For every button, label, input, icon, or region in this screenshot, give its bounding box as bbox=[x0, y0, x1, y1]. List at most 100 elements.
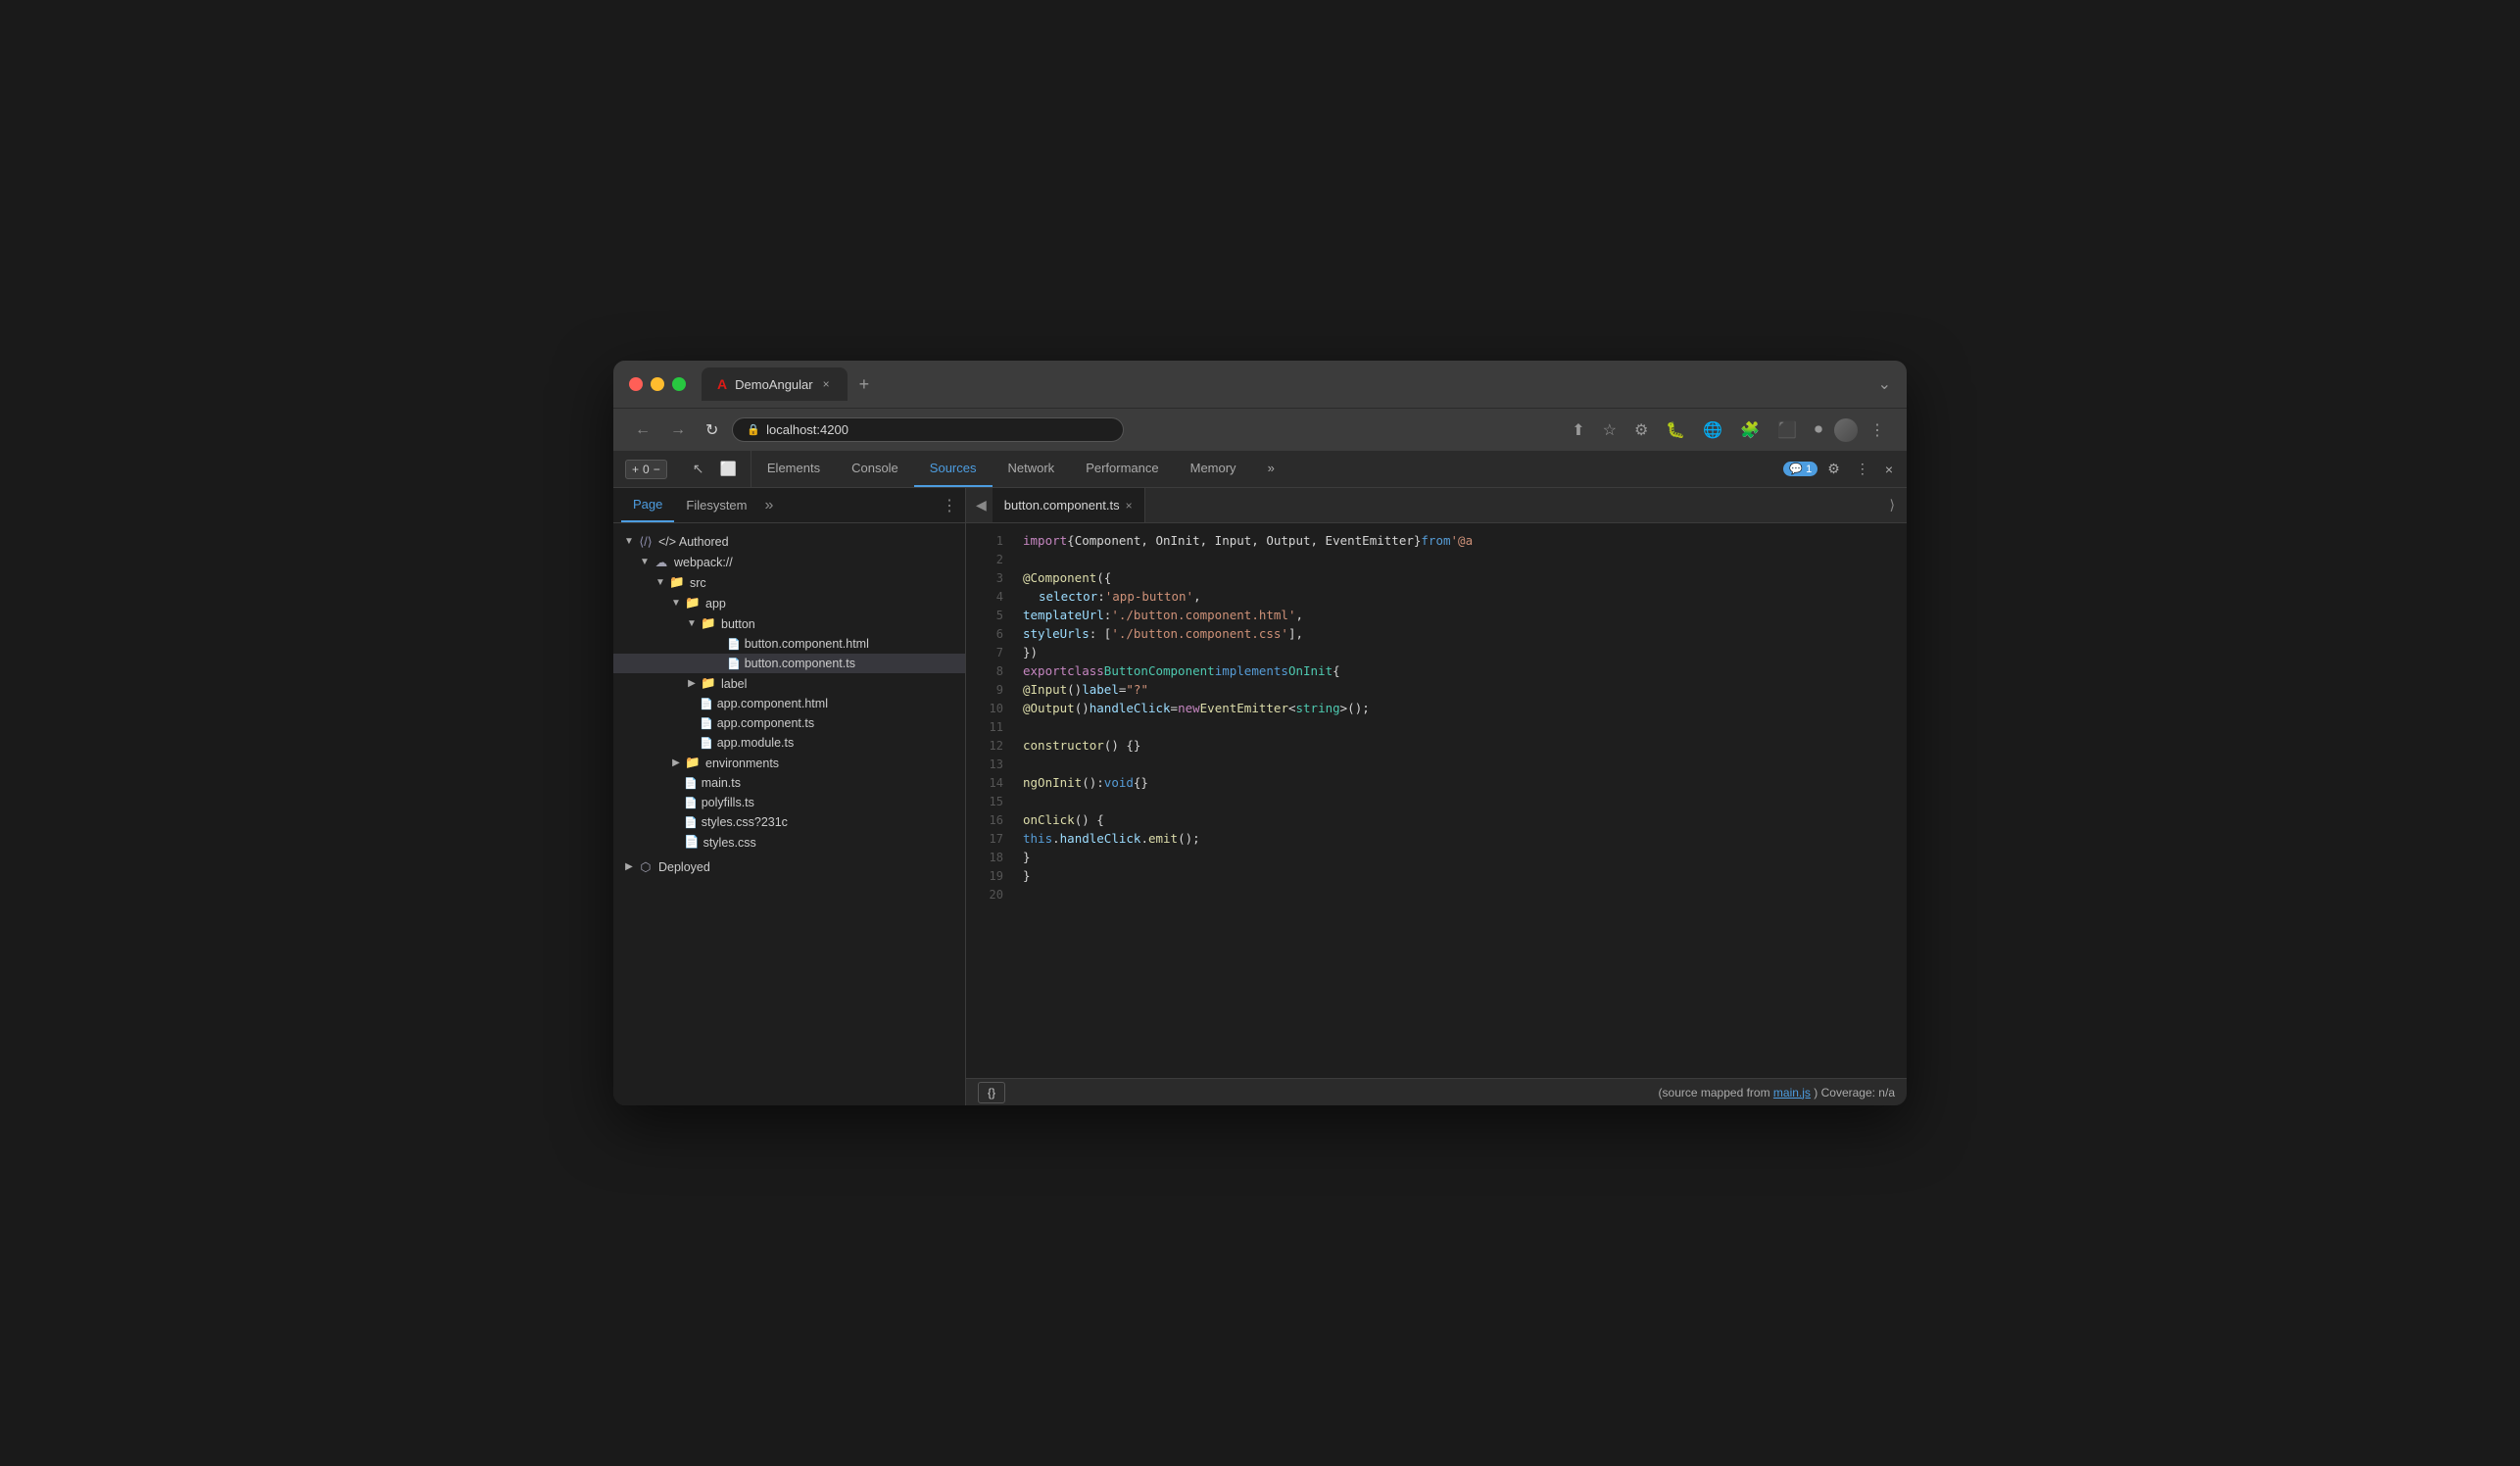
chat-icon: 💬 bbox=[1789, 463, 1803, 475]
html-file-icon: 📄 bbox=[727, 638, 741, 651]
tree-main-ts[interactable]: 📄 main.ts bbox=[613, 773, 965, 793]
file-tree-more-tabs[interactable]: » bbox=[759, 497, 780, 514]
code-tab-close-icon[interactable]: × bbox=[1126, 499, 1133, 513]
extension4-icon[interactable]: 🧩 bbox=[1734, 416, 1766, 444]
tab-more[interactable]: » bbox=[1252, 451, 1290, 487]
code-line-14: ngOnInit(): void {} bbox=[1015, 773, 1907, 792]
tree-src[interactable]: 📁 src bbox=[613, 572, 965, 593]
extension6-icon[interactable]: ⏺ bbox=[1809, 417, 1828, 443]
line-num-5: 5 bbox=[966, 606, 1015, 624]
tree-app[interactable]: 📁 app bbox=[613, 593, 965, 613]
tree-arrow-app bbox=[668, 598, 684, 609]
line-num-4: 4 bbox=[966, 587, 1015, 606]
nav-icons: ⬆ ☆ ⚙ 🐛 🌐 🧩 ⬛ ⏺ ⋮ bbox=[1566, 416, 1891, 444]
code-line-3: @Component({ bbox=[1015, 568, 1907, 587]
page-counter[interactable]: + 0 − bbox=[625, 460, 667, 479]
bookmark-icon[interactable]: ☆ bbox=[1597, 416, 1623, 444]
module-ts-icon: 📄 bbox=[700, 737, 713, 750]
tree-app-module-ts[interactable]: 📄 app.module.ts bbox=[613, 733, 965, 753]
code-panel: ◀ button.component.ts × ⟩ 1 2 3 4 5 6 bbox=[966, 488, 1907, 1105]
line-num-7: 7 bbox=[966, 643, 1015, 661]
minimize-button[interactable] bbox=[651, 377, 664, 391]
tree-arrow-src bbox=[653, 577, 668, 588]
file-tree-menu-icon[interactable]: ⋮ bbox=[942, 496, 957, 515]
counter-minus[interactable]: − bbox=[654, 463, 660, 476]
app-ts-icon: 📄 bbox=[700, 717, 713, 730]
label-folder-icon: 📁 bbox=[700, 676, 717, 691]
new-tab-button[interactable]: + bbox=[851, 370, 878, 399]
source-mapped-link[interactable]: main.js bbox=[1773, 1086, 1811, 1100]
app-folder-icon: 📁 bbox=[684, 596, 702, 611]
line-num-15: 15 bbox=[966, 792, 1015, 810]
tab-performance[interactable]: Performance bbox=[1070, 451, 1174, 487]
line-num-9: 9 bbox=[966, 680, 1015, 699]
refresh-button[interactable]: ↻ bbox=[700, 416, 724, 444]
tree-button-component-html[interactable]: 📄 button.component.html bbox=[613, 634, 965, 654]
back-button[interactable]: ← bbox=[629, 417, 656, 443]
devtools-content: Page Filesystem » ⋮ ⟨/⟩ </> Authored bbox=[613, 488, 1907, 1105]
tree-label-folder[interactable]: 📁 label bbox=[613, 673, 965, 694]
line-num-14: 14 bbox=[966, 773, 1015, 792]
nav-back-icon[interactable]: ◀ bbox=[970, 493, 993, 517]
close-devtools-icon[interactable]: × bbox=[1879, 458, 1899, 481]
deployed-icon: ⬡ bbox=[637, 859, 654, 874]
code-tab-button-ts[interactable]: button.component.ts × bbox=[993, 488, 1145, 522]
coverage-text: ) Coverage: n/a bbox=[1814, 1086, 1895, 1100]
main-ts-icon: 📄 bbox=[684, 777, 698, 790]
tree-polyfills[interactable]: 📄 polyfills.ts bbox=[613, 793, 965, 812]
user-avatar[interactable] bbox=[1834, 418, 1858, 442]
status-bar-left: {} bbox=[978, 1082, 1005, 1103]
code-line-13 bbox=[1015, 755, 1907, 773]
tree-webpack[interactable]: ☁ webpack:// bbox=[613, 552, 965, 572]
more-options-icon[interactable]: ⋮ bbox=[1850, 457, 1875, 481]
address-bar[interactable]: 🔒 localhost:4200 bbox=[732, 417, 1124, 442]
extension3-icon[interactable]: 🌐 bbox=[1697, 416, 1728, 444]
pretty-print-button[interactable]: {} bbox=[978, 1082, 1005, 1103]
share-icon[interactable]: ⬆ bbox=[1566, 416, 1590, 444]
line-num-11: 11 bbox=[966, 717, 1015, 736]
close-button[interactable] bbox=[629, 377, 643, 391]
tree-button-folder[interactable]: 📁 button bbox=[613, 613, 965, 634]
tree-environments[interactable]: 📁 environments bbox=[613, 753, 965, 773]
file-tree-body: ⟨/⟩ </> Authored ☁ webpack:// 📁 src bbox=[613, 523, 965, 1105]
tree-button-component-ts[interactable]: 📄 button.component.ts bbox=[613, 654, 965, 673]
tree-styles-css[interactable]: 📄 styles.css bbox=[613, 832, 965, 853]
file-tree-tab-filesystem[interactable]: Filesystem bbox=[674, 488, 758, 522]
tab-sources[interactable]: Sources bbox=[914, 451, 993, 487]
inspect-cursor-icon[interactable]: ↖ bbox=[687, 457, 710, 481]
extension5-icon[interactable]: ⬛ bbox=[1771, 416, 1803, 444]
tree-app-component-ts[interactable]: 📄 app.component.ts bbox=[613, 713, 965, 733]
window-dropdown[interactable]: ⌄ bbox=[1878, 374, 1891, 394]
line-num-20: 20 bbox=[966, 885, 1015, 904]
forward-button[interactable]: → bbox=[664, 417, 692, 443]
settings-icon[interactable]: ⚙ bbox=[1821, 457, 1846, 481]
file-tree-tab-page[interactable]: Page bbox=[621, 488, 674, 522]
devtools-tabs: Elements Console Sources Network Perform… bbox=[751, 451, 1776, 487]
more-menu-icon[interactable]: ⋮ bbox=[1864, 416, 1891, 444]
collapse-panel-icon[interactable]: ⟩ bbox=[1882, 493, 1903, 517]
devtools-panel: + 0 − ↖ ⬜ Elements Console Sources bbox=[613, 451, 1907, 1105]
tab-memory[interactable]: Memory bbox=[1175, 451, 1252, 487]
counter-plus[interactable]: + bbox=[632, 463, 639, 476]
tab-console[interactable]: Console bbox=[836, 451, 914, 487]
device-emulation-icon[interactable]: ⬜ bbox=[713, 457, 742, 481]
console-badge[interactable]: 💬 1 bbox=[1783, 462, 1817, 476]
nav-bar: ← → ↻ 🔒 localhost:4200 ⬆ ☆ ⚙ 🐛 🌐 🧩 ⬛ ⏺ ⋮ bbox=[613, 408, 1907, 451]
tab-close-button[interactable]: × bbox=[821, 375, 832, 393]
tree-styles-hash[interactable]: 📄 styles.css?231c bbox=[613, 812, 965, 832]
tree-app-component-html[interactable]: 📄 app.component.html bbox=[613, 694, 965, 713]
tab-elements[interactable]: Elements bbox=[751, 451, 836, 487]
maximize-button[interactable] bbox=[672, 377, 686, 391]
browser-tab[interactable]: A DemoAngular × bbox=[702, 367, 848, 401]
extension1-icon[interactable]: ⚙ bbox=[1628, 416, 1654, 444]
tree-deployed[interactable]: ⬡ Deployed bbox=[613, 856, 965, 877]
angular-icon: A bbox=[717, 376, 727, 392]
status-bar: {} (source mapped from main.js ) Coverag… bbox=[966, 1078, 1907, 1105]
tab-network[interactable]: Network bbox=[993, 451, 1071, 487]
devtools-right-icons: 💬 1 ⚙ ⋮ × bbox=[1775, 451, 1907, 487]
extension2-icon[interactable]: 🐛 bbox=[1660, 416, 1691, 444]
source-mapped-text: (source mapped from bbox=[1659, 1086, 1770, 1100]
code-content[interactable]: import { Component, OnInit, Input, Outpu… bbox=[1015, 523, 1907, 1078]
code-line-7: }) bbox=[1015, 643, 1907, 661]
tree-authored[interactable]: ⟨/⟩ </> Authored bbox=[613, 531, 965, 552]
